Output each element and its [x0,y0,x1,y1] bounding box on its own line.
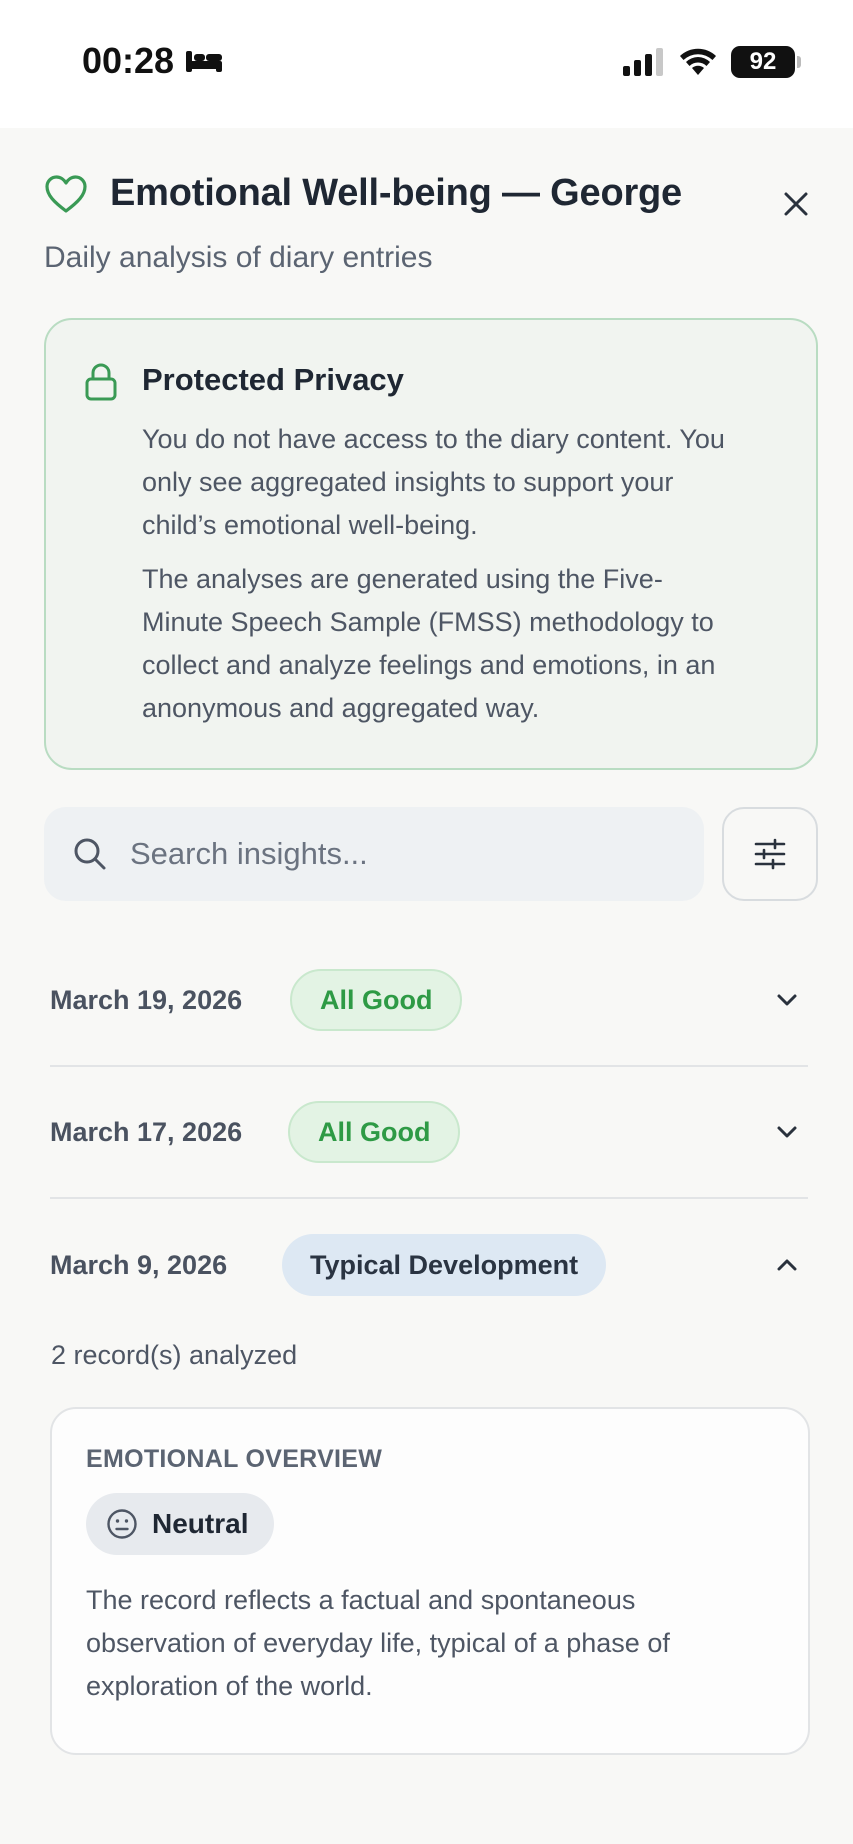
records-count: 2 record(s) analyzed [51,1340,298,1370]
privacy-title: Protected Privacy [142,362,404,397]
title-row: Emotional Well-being — George [44,172,814,215]
privacy-body: You do not have access to the diary cont… [142,418,742,730]
page-subtitle: Daily analysis of diary entries [44,241,433,274]
close-button[interactable] [778,186,814,222]
bed-icon [186,51,223,72]
status-time: 00:28 [82,40,175,81]
chevron-down-icon [777,1126,797,1138]
status-indicators: 92 [623,46,801,78]
status-badge: Typical Development [282,1234,607,1296]
header: Emotional Well-being — George Daily anal… [44,172,814,275]
overview-label: EMOTIONAL OVERVIEW [86,1445,383,1473]
battery-level: 92 [749,48,777,75]
status-badge: All Good [290,969,463,1031]
chevron-up-icon [777,1259,797,1271]
entry-row[interactable]: March 17, 2026 All Good [50,1067,808,1199]
search-input[interactable] [130,836,690,872]
privacy-paragraph-2: The analyses are generated using the Fiv… [142,564,716,723]
entry-row[interactable]: March 19, 2026 All Good [50,935,808,1067]
page-title: Emotional Well-being — George [110,172,682,214]
entry-date: March 19, 2026 [50,984,243,1015]
neutral-face-icon [107,1509,137,1539]
mood-label: Neutral [152,1508,249,1539]
chevron-down-icon [777,994,797,1006]
filter-button[interactable] [722,807,818,901]
emotional-overview-card: EMOTIONAL OVERVIEW Neutral The record re… [50,1407,810,1755]
status-time-group: 00:28 [82,40,224,82]
privacy-notice-card: Protected Privacy You do not have access… [44,318,818,770]
search-box[interactable] [44,807,704,901]
cellular-signal-icon [623,48,663,76]
wifi-icon [680,48,716,75]
entry-date: March 17, 2026 [50,1116,243,1147]
privacy-paragraph-1: You do not have access to the diary cont… [142,424,725,540]
mood-chip: Neutral [86,1493,275,1555]
search-icon [74,838,106,870]
overview-description: The record reflects a factual and sponta… [86,1585,670,1701]
entry-date: March 9, 2026 [50,1249,228,1280]
filter-sliders-icon [754,838,786,870]
lock-icon [85,363,117,401]
close-icon [784,192,808,216]
status-bar: 00:28 92 [0,0,853,128]
heart-icon [45,174,87,213]
battery-indicator: 92 [731,46,801,78]
status-badge: All Good [288,1101,461,1163]
entry-row-expanded[interactable]: March 9, 2026 Typical Development [50,1199,808,1331]
